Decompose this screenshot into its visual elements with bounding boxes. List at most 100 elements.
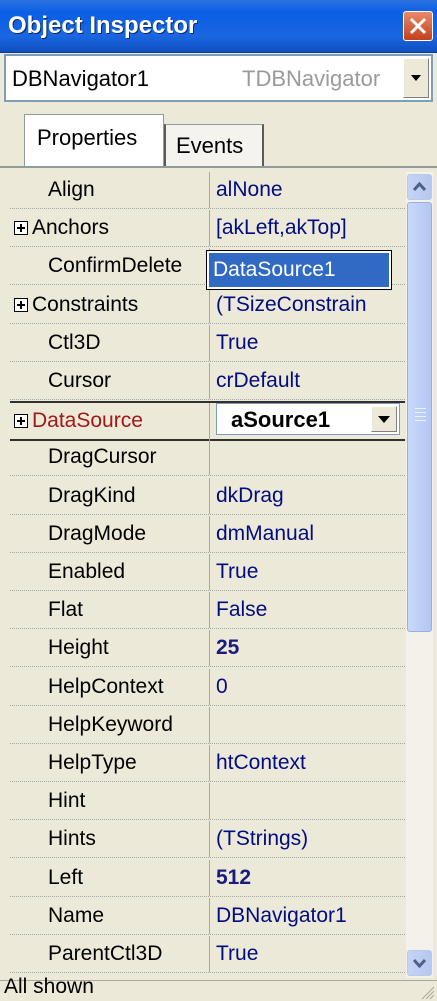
property-name: DragCursor xyxy=(48,445,157,469)
property-row[interactable]: DataSource aSource1 xyxy=(10,401,405,442)
scroll-down-button[interactable] xyxy=(407,950,432,976)
component-dropdown-button[interactable] xyxy=(403,58,429,98)
property-name-cell[interactable]: Height xyxy=(10,630,210,667)
property-value-editor[interactable]: aSource1 xyxy=(216,403,400,436)
property-name-cell[interactable]: Anchors xyxy=(10,210,210,247)
property-name: HelpType xyxy=(48,751,137,774)
property-row[interactable]: Flat False xyxy=(10,592,405,630)
property-name-cell[interactable]: ConfirmDelete xyxy=(10,248,210,285)
property-value[interactable]: 512 xyxy=(216,860,405,896)
property-name-cell[interactable]: DragMode xyxy=(10,515,210,552)
property-name: HelpKeyword xyxy=(48,712,173,736)
property-value[interactable]: 0 xyxy=(216,669,405,705)
property-value[interactable] xyxy=(216,707,405,743)
property-name-cell[interactable]: Hints xyxy=(10,821,210,858)
grip-line xyxy=(415,412,426,413)
property-name: ParentCtl3D xyxy=(48,942,163,965)
component-selector[interactable]: DBNavigator1 TDBNavigator xyxy=(4,54,433,102)
property-name-cell[interactable]: Ctl3D xyxy=(10,324,210,361)
property-value[interactable]: DBNavigator1 xyxy=(216,898,405,934)
property-value[interactable]: (TStrings) xyxy=(216,821,405,857)
property-name: DragKind xyxy=(48,483,136,507)
property-name-cell[interactable]: Enabled xyxy=(10,554,210,590)
property-name: Constraints xyxy=(32,292,139,316)
property-value[interactable]: True xyxy=(216,554,405,590)
dropdown-item-datasource1[interactable]: DataSource1 xyxy=(209,253,389,287)
expand-plus-icon[interactable] xyxy=(14,297,28,312)
property-name-cell[interactable]: Align xyxy=(10,172,210,208)
property-row[interactable]: HelpKeyword xyxy=(10,706,405,744)
property-name-cell[interactable]: DataSource xyxy=(10,403,210,440)
object-inspector-window: Object Inspector DBNavigator1 TDBNavigat… xyxy=(0,0,437,1001)
property-row[interactable]: Enabled True xyxy=(10,554,405,591)
property-value[interactable] xyxy=(216,439,405,475)
window-title: Object Inspector xyxy=(8,12,198,39)
property-row[interactable]: DragCursor xyxy=(10,439,405,477)
property-name: ConfirmDelete xyxy=(48,254,183,278)
property-row[interactable]: Left 512 xyxy=(10,859,405,897)
property-name-cell[interactable]: HelpType xyxy=(10,745,210,781)
property-row[interactable]: Constraints (TSizeConstrain xyxy=(10,286,405,324)
tab-events[interactable]: Events xyxy=(164,124,264,166)
property-name-cell[interactable]: DragCursor xyxy=(10,439,210,476)
close-icon xyxy=(409,17,427,35)
vertical-scrollbar[interactable] xyxy=(406,172,433,978)
property-row[interactable]: Height 25 xyxy=(10,630,405,668)
property-value[interactable]: True xyxy=(216,325,405,361)
property-name-cell[interactable]: DragKind xyxy=(10,477,210,514)
property-value[interactable]: dmManual xyxy=(216,516,405,552)
property-name: Left xyxy=(48,865,84,889)
property-row[interactable]: ParentCtl3D True xyxy=(10,936,405,973)
property-value[interactable]: True xyxy=(216,936,405,972)
grip-line xyxy=(415,420,426,421)
property-grid: Align alNone Anchors [akLeft,akTop] ConfirmD… xyxy=(10,172,405,978)
property-name: Anchors xyxy=(32,216,110,240)
property-name-cell[interactable]: Constraints xyxy=(10,286,210,323)
property-row[interactable]: HelpContext 0 xyxy=(10,668,405,706)
property-name: HelpContext xyxy=(48,674,164,698)
property-row[interactable]: Name DBNavigator1 xyxy=(10,897,405,935)
title-bar[interactable]: Object Inspector xyxy=(0,0,437,53)
property-name-cell[interactable]: Cursor xyxy=(10,363,210,399)
scroll-up-button[interactable] xyxy=(407,174,432,200)
property-value[interactable]: [akLeft,akTop] xyxy=(216,210,405,246)
property-row[interactable]: Anchors [akLeft,akTop] xyxy=(10,210,405,248)
chevron-up-icon xyxy=(412,181,427,192)
value-dropdown-button[interactable] xyxy=(371,406,397,433)
property-name-cell[interactable]: HelpKeyword xyxy=(10,706,210,743)
scroll-thumb[interactable] xyxy=(407,202,432,632)
property-row[interactable]: Align alNone xyxy=(10,172,405,209)
tab-properties[interactable]: Properties xyxy=(24,114,164,166)
property-value[interactable] xyxy=(216,783,405,819)
property-name: Flat xyxy=(48,598,84,622)
expand-plus-icon[interactable] xyxy=(14,414,28,429)
property-row[interactable]: Ctl3D True xyxy=(10,324,405,362)
property-value[interactable]: 25 xyxy=(216,630,405,666)
property-value[interactable]: False xyxy=(216,592,405,628)
close-button[interactable] xyxy=(403,11,433,41)
property-name-cell[interactable]: ParentCtl3D xyxy=(10,936,210,972)
expand-plus-icon[interactable] xyxy=(14,221,28,236)
property-row[interactable]: HelpType htContext xyxy=(10,745,405,782)
property-value[interactable]: alNone xyxy=(216,172,405,208)
datasource-dropdown-list[interactable]: DataSource1 xyxy=(206,250,392,290)
property-value[interactable]: dkDrag xyxy=(216,478,405,514)
property-name: Hint xyxy=(48,789,86,813)
component-type: TDBNavigator xyxy=(242,66,381,91)
property-row[interactable]: DragKind dkDrag xyxy=(10,477,405,515)
property-name-cell[interactable]: Left xyxy=(10,859,210,896)
property-row[interactable]: Cursor crDefault xyxy=(10,363,405,400)
property-value[interactable]: htContext xyxy=(216,745,405,781)
property-value[interactable]: (TSizeConstrain xyxy=(216,287,405,323)
property-name-cell[interactable]: Name xyxy=(10,897,210,934)
property-name-cell[interactable]: Hint xyxy=(10,783,210,820)
property-value: aSource1 xyxy=(231,407,331,433)
property-row[interactable]: DragMode dmManual xyxy=(10,515,405,553)
property-name: Align xyxy=(48,178,95,201)
resize-grip-icon[interactable] xyxy=(419,984,435,1000)
property-value[interactable]: crDefault xyxy=(216,363,405,399)
property-name-cell[interactable]: Flat xyxy=(10,592,210,629)
property-name-cell[interactable]: HelpContext xyxy=(10,668,210,705)
property-row[interactable]: Hint xyxy=(10,783,405,821)
property-row[interactable]: Hints (TStrings) xyxy=(10,821,405,859)
